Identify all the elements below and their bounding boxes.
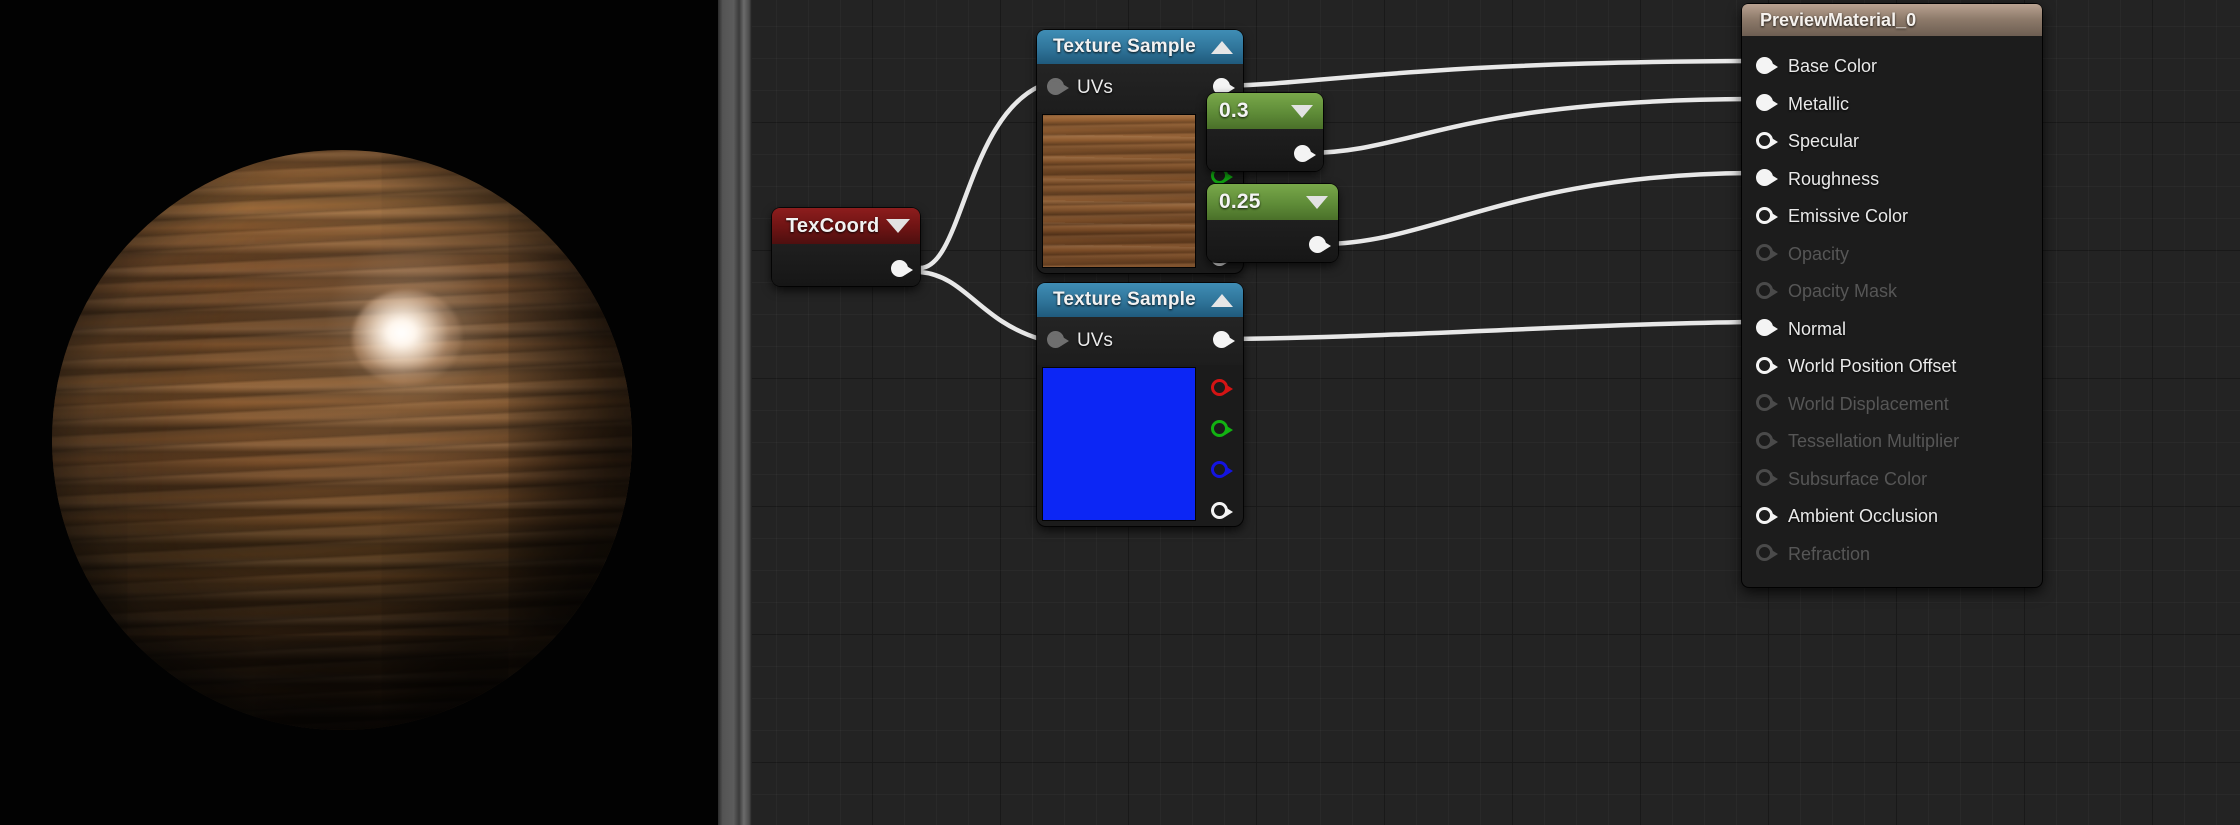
material-input-row: Subsurface Color [1742, 461, 2042, 499]
pin-texcoord-output[interactable] [891, 260, 913, 280]
material-input-row: Ambient Occlusion [1742, 498, 2042, 536]
constant-roughness-value: 0.25 [1219, 190, 1261, 213]
pin-rgb-output-normal[interactable] [1213, 331, 1235, 351]
material-editor-window: TexCoord Texture Sample UVs Texture Samp… [0, 0, 2240, 825]
pin-uvs-input-basecolor[interactable] [1047, 78, 1069, 98]
node-texcoord-header[interactable]: TexCoord [772, 208, 920, 244]
pin-uvs-input-normal[interactable] [1047, 331, 1069, 351]
pin-material-input[interactable] [1756, 244, 1778, 264]
texsample-basecolor-uv-label: UVs [1077, 77, 1113, 98]
node-constant-roughness-header[interactable]: 0.25 [1207, 184, 1338, 220]
node-constant-metallic-body [1207, 129, 1323, 171]
material-input-list: Base Color Metallic Specular Roughness Emiss… [1742, 36, 2042, 587]
material-input-row: World Displacement [1742, 386, 2042, 424]
texsample-normal-uv-label: UVs [1077, 330, 1113, 351]
texsample-normal-preview-wrap [1037, 365, 1243, 526]
pin-material-input[interactable] [1756, 469, 1778, 489]
triangle-up-icon[interactable] [1211, 40, 1233, 54]
pin-material-input[interactable] [1756, 169, 1778, 189]
pin-material-input[interactable] [1756, 544, 1778, 564]
pin-material-input[interactable] [1756, 394, 1778, 414]
material-input-label: Subsurface Color [1788, 468, 1928, 489]
texsample-normal-uv-row: UVs [1037, 317, 1243, 365]
pin-r-output-normal[interactable] [1211, 379, 1233, 399]
node-texture-sample-normal-header[interactable]: Texture Sample [1037, 283, 1243, 317]
node-constant-metallic-header[interactable]: 0.3 [1207, 93, 1323, 129]
node-material-output[interactable]: PreviewMaterial_0 Base Color Metallic Spec… [1742, 4, 2042, 587]
material-input-row: Roughness [1742, 161, 2042, 199]
material-input-label: Opacity [1788, 243, 1850, 264]
pin-material-input[interactable] [1756, 131, 1778, 152]
material-node-title: PreviewMaterial_0 [1760, 9, 1917, 30]
wire-texsample-basecolor-to-base-color [1209, 58, 1755, 89]
wood-texture-thumbnail[interactable] [1043, 115, 1195, 267]
material-input-label: Emissive Color [1788, 206, 1909, 227]
chevron-down-icon[interactable] [886, 219, 910, 233]
wire-texcoord-to-texsample-basecolor [917, 83, 1043, 271]
pin-material-input[interactable] [1756, 94, 1778, 114]
pin-material-input[interactable] [1756, 206, 1778, 227]
material-input-label: Opacity Mask [1788, 281, 1898, 302]
node-texture-sample-normal-title: Texture Sample [1053, 289, 1196, 310]
sphere-rim-darkening [52, 150, 632, 730]
chevron-down-icon[interactable] [1291, 104, 1313, 118]
pin-material-input[interactable] [1756, 281, 1778, 302]
material-input-row: World Position Offset [1742, 348, 2042, 386]
material-input-label: Tessellation Multiplier [1788, 431, 1960, 452]
node-constant-roughness[interactable]: 0.25 [1207, 184, 1338, 262]
pin-a-output-normal[interactable] [1211, 502, 1233, 522]
material-input-label: Ambient Occlusion [1788, 506, 1939, 527]
node-constant-metallic[interactable]: 0.3 [1207, 93, 1323, 171]
pin-material-input[interactable] [1756, 356, 1778, 377]
material-input-label: Refraction [1788, 543, 1871, 564]
material-input-label: Base Color [1788, 56, 1878, 77]
wire-texcoord-to-texsample-normal [917, 269, 1043, 342]
material-input-row: Normal [1742, 311, 2042, 349]
pin-b-output-normal[interactable] [1211, 461, 1233, 481]
material-input-row: Refraction [1742, 536, 2042, 574]
material-input-label: Metallic [1788, 93, 1850, 114]
material-input-row: Opacity [1742, 236, 2042, 274]
pin-material-input[interactable] [1756, 431, 1778, 452]
wire-texsample-normal-to-normal [1209, 319, 1755, 342]
material-input-row: Base Color [1742, 48, 2042, 86]
normal-map-thumbnail[interactable] [1043, 368, 1195, 520]
node-texture-sample-normal[interactable]: Texture Sample UVs [1037, 283, 1243, 526]
chevron-down-icon[interactable] [1306, 195, 1328, 209]
material-input-row: Opacity Mask [1742, 273, 2042, 311]
triangle-up-icon[interactable] [1211, 293, 1233, 307]
material-input-row: Specular [1742, 123, 2042, 161]
material-input-label: Specular [1788, 131, 1860, 152]
texsample-normal-output-rail [1199, 365, 1243, 526]
node-texture-sample-basecolor-header[interactable]: Texture Sample [1037, 30, 1243, 64]
material-preview-viewport[interactable] [0, 0, 718, 825]
material-input-label: World Position Offset [1788, 356, 1957, 377]
pin-material-input[interactable] [1756, 56, 1778, 77]
pin-constant-roughness-output[interactable] [1309, 236, 1331, 256]
node-texture-sample-basecolor-title: Texture Sample [1053, 36, 1196, 57]
pin-constant-metallic-output[interactable] [1294, 145, 1316, 165]
material-input-label: Normal [1788, 318, 1847, 339]
node-constant-roughness-body [1207, 220, 1338, 262]
wire-constant-roughness-to-roughness [1319, 170, 1755, 247]
constant-metallic-value: 0.3 [1219, 99, 1249, 122]
pin-material-input[interactable] [1756, 319, 1778, 339]
viewport-splitter-handle[interactable] [718, 0, 752, 825]
material-input-row: Emissive Color [1742, 198, 2042, 236]
material-input-label: World Displacement [1788, 393, 1949, 414]
material-node-header[interactable]: PreviewMaterial_0 [1742, 4, 2042, 36]
node-texture-sample-normal-body: UVs [1037, 317, 1243, 526]
node-texcoord-body [772, 244, 920, 286]
material-input-row: Metallic [1742, 86, 2042, 124]
material-input-row: Tessellation Multiplier [1742, 423, 2042, 461]
material-input-label: Roughness [1788, 168, 1880, 189]
pin-g-output-normal[interactable] [1211, 420, 1233, 440]
wire-constant-metallic-to-metallic [1304, 96, 1755, 156]
sphere-specular-highlight [352, 290, 462, 385]
pin-material-input[interactable] [1756, 506, 1778, 527]
node-texcoord-title: TexCoord [786, 214, 880, 237]
preview-sphere[interactable] [52, 150, 632, 730]
material-graph-canvas[interactable]: TexCoord Texture Sample UVs Texture Samp… [752, 0, 2240, 825]
node-texcoord[interactable]: TexCoord [772, 208, 920, 286]
